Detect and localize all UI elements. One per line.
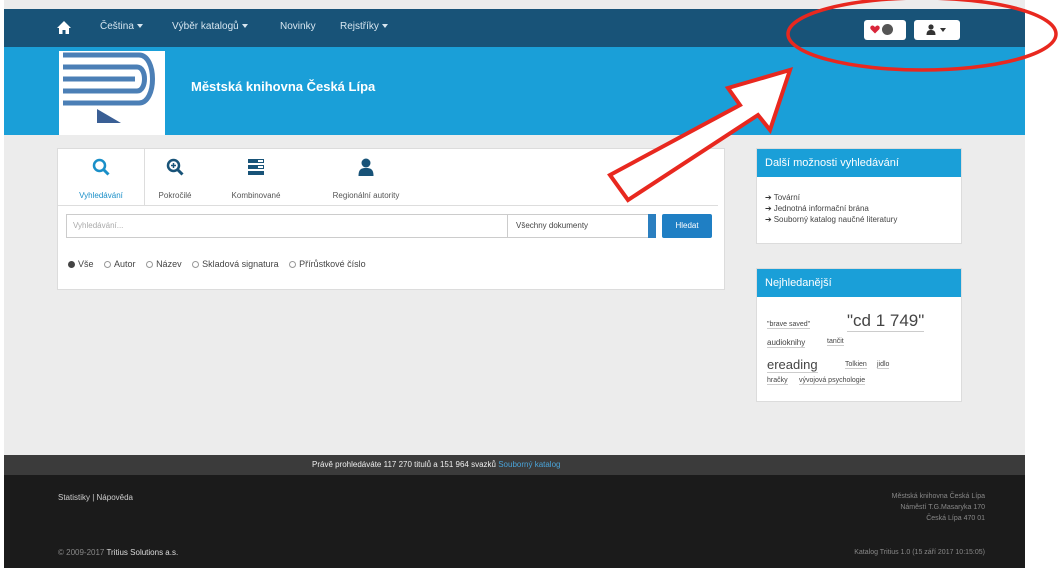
zoom-in-icon	[166, 158, 184, 176]
tag-link[interactable]: vývojová psychologie	[799, 377, 866, 385]
tag-link[interactable]: "cd 1 749"	[847, 311, 925, 332]
search-icon	[92, 158, 110, 176]
link-skat[interactable]: ➔ Souborný katalog naučné literatury	[765, 215, 897, 224]
tag-link[interactable]: tančit	[827, 338, 844, 346]
document-type-select[interactable]: Všechny dokumenty	[508, 214, 656, 238]
site-header: Městská knihovna Česká Lípa	[4, 47, 1025, 135]
radio-accession-number[interactable]: Přírůstkové číslo	[289, 259, 366, 269]
radio-author[interactable]: Autor	[104, 259, 136, 269]
catalog-version: Katalog Tritius 1.0 (15 září 2017 10:15:…	[854, 549, 985, 556]
statistics-bar: Právě prohledáváte 117 270 titulů a 151 …	[4, 455, 1025, 475]
link-jib[interactable]: ➔ Jednotná informační brána	[765, 204, 869, 213]
tag-link[interactable]: audioknihy	[767, 338, 806, 348]
tag-link[interactable]: Tolkien	[845, 361, 867, 369]
collection-stats: Právě prohledáváte 117 270 titulů a 151 …	[312, 460, 561, 469]
app-window: Čeština Výběr katalogů Novinky Rejstříky…	[4, 0, 1025, 568]
arrow-right-icon: ➔	[765, 204, 772, 213]
most-searched-panel: Nejhledanější "brave saved" "cd 1 749" a…	[756, 268, 962, 402]
vendor-link[interactable]: Tritius Solutions a.s.	[106, 548, 178, 557]
user-icon	[926, 24, 936, 35]
search-scope-radios: Vše Autor Název Skladová signatura Přírů…	[68, 259, 374, 269]
home-icon[interactable]	[56, 20, 72, 35]
nav-news[interactable]: Novinky	[280, 21, 316, 32]
nav-language[interactable]: Čeština	[100, 21, 143, 32]
library-address: Městská knihovna Česká Lípa Náměstí T.G.…	[891, 493, 985, 522]
tab-advanced[interactable]: Pokročilé	[144, 149, 206, 205]
chevron-down-icon	[648, 214, 656, 238]
most-searched-title: Nejhledanější	[757, 269, 961, 297]
more-search-title: Další možnosti vyhledávání	[757, 149, 961, 177]
search-button[interactable]: Hledat	[662, 214, 712, 238]
tag-link[interactable]: jidlo	[877, 361, 890, 369]
search-panel: Vyhledávání Pokročilé Kombinované Region…	[57, 148, 725, 290]
top-navbar: Čeština Výběr katalogů Novinky Rejstříky	[4, 9, 1025, 47]
more-search-options-panel: Další možnosti vyhledávání ➔ Tovární ➔ Jed…	[756, 148, 962, 244]
footer-links[interactable]: Statistiky | Nápověda	[58, 493, 133, 502]
tag-link[interactable]: "brave saved"	[767, 321, 811, 329]
tab-combined[interactable]: Kombinované	[218, 149, 294, 205]
copyright: © 2009-2017 Tritius Solutions a.s.	[58, 548, 179, 557]
favorites-button[interactable]	[864, 20, 906, 40]
tag-link[interactable]: hračky	[767, 377, 788, 385]
page-footer: Statistiky | Nápověda © 2009-2017 Tritiu…	[4, 475, 1025, 568]
arrow-right-icon: ➔	[765, 215, 772, 224]
user-icon	[358, 158, 374, 176]
radio-all[interactable]: Vše	[68, 259, 94, 269]
search-input[interactable]: Vyhledávání...	[66, 214, 508, 238]
search-tabs: Vyhledávání Pokročilé Kombinované Region…	[58, 149, 718, 206]
union-catalog-link[interactable]: Souborný katalog	[498, 460, 560, 469]
count-badge-icon	[882, 24, 893, 35]
user-menu-button[interactable]	[914, 20, 960, 40]
library-logo[interactable]	[59, 51, 165, 135]
arrow-right-icon: ➔	[765, 193, 772, 202]
list-icon	[248, 159, 264, 175]
radio-shelfmark[interactable]: Skladová signatura	[192, 259, 279, 269]
link-tovarni[interactable]: ➔ Tovární	[765, 193, 800, 202]
chevron-down-icon	[940, 28, 946, 32]
tab-search[interactable]: Vyhledávání	[58, 149, 145, 205]
nav-indexes[interactable]: Rejstříky	[340, 21, 388, 32]
tab-regional-authorities[interactable]: Regionální autority	[314, 149, 418, 205]
radio-title[interactable]: Název	[146, 259, 182, 269]
heart-icon	[870, 25, 880, 34]
nav-catalog-select[interactable]: Výběr katalogů	[172, 21, 248, 32]
tag-link[interactable]: ereading	[767, 357, 818, 373]
site-title: Městská knihovna Česká Lípa	[191, 79, 376, 94]
